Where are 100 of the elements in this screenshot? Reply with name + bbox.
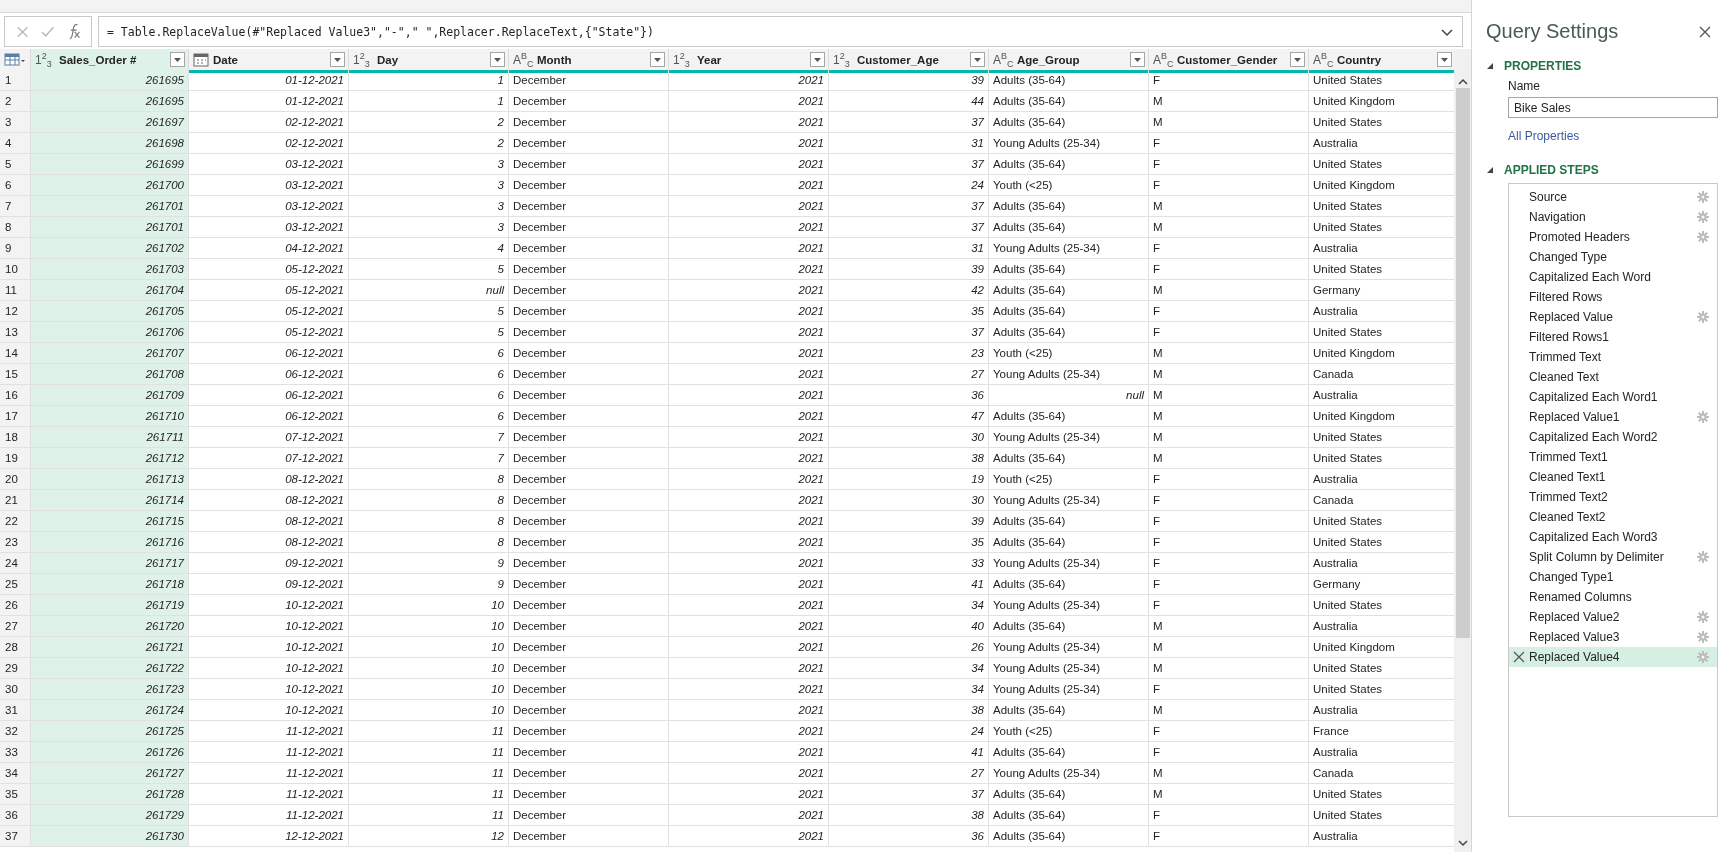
close-icon[interactable] [1698, 24, 1712, 39]
filter-dropdown[interactable] [650, 52, 665, 67]
applied-step[interactable]: Cleaned Text1 [1509, 467, 1717, 487]
applied-step[interactable]: Renamed Columns [1509, 587, 1717, 607]
table-cell: M [1149, 616, 1309, 637]
applied-step[interactable]: Source [1509, 187, 1717, 207]
table-cell: 1 [349, 91, 509, 112]
table-cell: 6 [349, 406, 509, 427]
column-header[interactable]: Date [189, 49, 349, 73]
table-cell: 03-12-2021 [189, 196, 349, 217]
row-number: 29 [0, 658, 31, 679]
table-cell: 2021 [669, 343, 829, 364]
applied-step[interactable]: Replaced Value4 [1509, 647, 1717, 667]
table-cell: 11-12-2021 [189, 721, 349, 742]
filter-dropdown[interactable] [810, 52, 825, 67]
table-cell: 261719 [31, 595, 189, 616]
table-cell: 10 [349, 616, 509, 637]
table-cell: 9 [349, 553, 509, 574]
applied-step[interactable]: Filtered Rows1 [1509, 327, 1717, 347]
filter-dropdown[interactable] [970, 52, 985, 67]
panel-title: Query Settings [1486, 20, 1619, 43]
column-header[interactable]: A$^{B}$$_{C}$ Customer_Gender [1149, 49, 1309, 73]
table-cell: 30 [829, 427, 989, 448]
applied-step[interactable]: Capitalized Each Word1 [1509, 387, 1717, 407]
column-header[interactable]: A$^{B}$$_{C}$ Age_Group [989, 49, 1149, 73]
applied-step[interactable]: Split Column by Delimiter [1509, 547, 1717, 567]
table-cell: 4 [349, 238, 509, 259]
table-cell: 2021 [669, 511, 829, 532]
table-cell: 2021 [669, 532, 829, 553]
table-cell: December [509, 490, 669, 511]
row-number: 13 [0, 322, 31, 343]
table-cell: 5 [349, 322, 509, 343]
formula-text[interactable]: = Table.ReplaceValue(#"Replaced Value3","-"," ",Replacer.ReplaceText,{"State"}) [107, 24, 654, 39]
row-number: 17 [0, 406, 31, 427]
scroll-up-icon[interactable] [1456, 77, 1469, 86]
applied-step[interactable]: Cleaned Text [1509, 367, 1717, 387]
applied-step[interactable]: Cleaned Text2 [1509, 507, 1717, 527]
table-cell: 07-12-2021 [189, 427, 349, 448]
applied-step[interactable]: Replaced Value [1509, 307, 1717, 327]
table-cell: 2021 [669, 490, 829, 511]
applied-step[interactable]: Capitalized Each Word2 [1509, 427, 1717, 447]
table-cell: 2021 [669, 406, 829, 427]
table-cell: 37 [829, 112, 989, 133]
applied-step[interactable]: Promoted Headers [1509, 227, 1717, 247]
table-cell: Adults (35-64) [989, 616, 1149, 637]
table-cell: 2021 [669, 301, 829, 322]
table-cell: 2021 [669, 553, 829, 574]
table-cell: December [509, 196, 669, 217]
filter-dropdown[interactable] [1130, 52, 1145, 67]
table-cell: Adults (35-64) [989, 784, 1149, 805]
caret-icon [1293, 56, 1302, 63]
collapse-icon[interactable] [1486, 62, 1494, 70]
applied-step[interactable]: Trimmed Text2 [1509, 487, 1717, 507]
applied-step[interactable]: Navigation [1509, 207, 1717, 227]
applied-step[interactable]: Replaced Value3 [1509, 627, 1717, 647]
applied-step[interactable]: Capitalized Each Word3 [1509, 527, 1717, 547]
applied-step[interactable]: Changed Type [1509, 247, 1717, 267]
table-cell: December [509, 91, 669, 112]
column-header[interactable]: 1$^{2}$$_{3}$ Sales_Order # [31, 49, 189, 73]
filter-dropdown[interactable] [1290, 52, 1305, 67]
table-cell: Young Adults (25-34) [989, 238, 1149, 259]
filter-dropdown[interactable] [490, 52, 505, 67]
table-cell: 261708 [31, 364, 189, 385]
column-header[interactable]: 1$^{2}$$_{3}$ Day [349, 49, 509, 73]
scrollbar-thumb[interactable] [1455, 88, 1470, 638]
column-header[interactable]: 1$^{2}$$_{3}$ Customer_Age [829, 49, 989, 73]
table-cell: 26 [829, 637, 989, 658]
all-properties-link[interactable]: All Properties [1508, 129, 1580, 143]
table-cell: 37 [829, 217, 989, 238]
table-cell: Adults (35-64) [989, 574, 1149, 595]
column-header[interactable]: A$^{B}$$_{C}$ Month [509, 49, 669, 73]
applied-step[interactable]: Filtered Rows [1509, 287, 1717, 307]
column-header[interactable]: 1$^{2}$$_{3}$ Year [669, 49, 829, 73]
table-cell: Adults (35-64) [989, 70, 1149, 91]
applied-step[interactable]: Capitalized Each Word [1509, 267, 1717, 287]
applied-step[interactable]: Trimmed Text1 [1509, 447, 1717, 467]
table-cell: 10 [349, 658, 509, 679]
column-header[interactable]: A$^{B}$$_{C}$ Country [1309, 49, 1456, 73]
scroll-down-icon[interactable] [1456, 839, 1469, 848]
name-field[interactable]: Bike Sales [1508, 97, 1718, 118]
table-cell: F [1149, 469, 1309, 490]
table-cell: 261727 [31, 763, 189, 784]
table-cell: 37 [829, 322, 989, 343]
table-cell: 11 [349, 721, 509, 742]
filter-dropdown[interactable] [170, 52, 185, 67]
table-menu-icon[interactable] [4, 52, 26, 67]
table-cell: 3 [349, 196, 509, 217]
applied-step[interactable]: Replaced Value1 [1509, 407, 1717, 427]
filter-dropdown[interactable] [1437, 52, 1452, 67]
table-cell: 08-12-2021 [189, 469, 349, 490]
table-cell: 39 [829, 511, 989, 532]
delete-icon[interactable] [1513, 651, 1525, 663]
applied-step[interactable]: Replaced Value2 [1509, 607, 1717, 627]
applied-step[interactable]: Trimmed Text [1509, 347, 1717, 367]
collapse-icon[interactable] [1486, 166, 1494, 174]
applied-step[interactable]: Changed Type1 [1509, 567, 1717, 587]
table-cell: Adults (35-64) [989, 112, 1149, 133]
filter-dropdown[interactable] [330, 52, 345, 67]
table-cell: 47 [829, 406, 989, 427]
table-cell: F [1149, 742, 1309, 763]
